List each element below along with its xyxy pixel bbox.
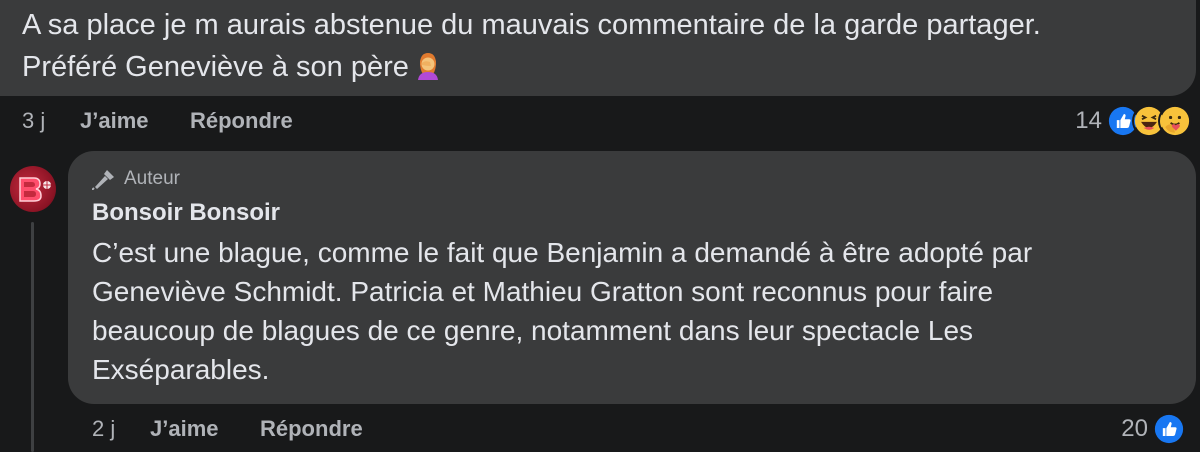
reply-reaction-count: 20 — [1121, 415, 1148, 442]
avatar[interactable] — [10, 166, 56, 212]
like-reaction-icon — [1152, 412, 1186, 446]
comment-thread: A sa place je m aurais abstenue du mauva… — [0, 0, 1200, 452]
reply-text: C’est une blague, comme le fait que Benj… — [92, 237, 1033, 385]
comment-text-line-2: Préféré Geneviève à son père — [22, 51, 409, 83]
reply-reaction-summary[interactable]: 20 — [1121, 411, 1186, 447]
reply-bubble: Auteur Bonsoir Bonsoir C’est une blague,… — [68, 151, 1196, 404]
facepalm-emoji-icon — [417, 53, 438, 80]
reply-time[interactable]: 2 j — [92, 416, 150, 442]
reply-like-button[interactable]: J’aime — [150, 416, 260, 442]
comment-time[interactable]: 3 j — [22, 108, 80, 134]
author-badge: Auteur — [92, 168, 180, 190]
author-badge-label: Auteur — [124, 168, 180, 189]
reaction-count: 14 — [1075, 107, 1102, 134]
microphone-icon — [92, 170, 114, 190]
comment-text: A sa place je m aurais abstenue du mauva… — [22, 4, 1182, 88]
reply-button[interactable]: Répondre — [190, 108, 293, 134]
reply-reply-button[interactable]: Répondre — [260, 416, 363, 442]
reaction-summary[interactable]: 14 — [1075, 102, 1192, 140]
avatar-logo-icon — [19, 177, 51, 202]
care-reaction-icon — [1158, 104, 1192, 138]
like-button[interactable]: J’aime — [80, 108, 190, 134]
comment-text-line-1: A sa place je m aurais abstenue du mauva… — [22, 9, 1041, 41]
reply-author-name[interactable]: Bonsoir Bonsoir — [92, 199, 280, 227]
reply-actions: 2 j J’aime Répondre — [92, 414, 363, 444]
comment-bubble: A sa place je m aurais abstenue du mauva… — [0, 0, 1196, 96]
comment-actions: 3 j J’aime Répondre — [22, 106, 293, 136]
thread-line — [31, 222, 34, 452]
